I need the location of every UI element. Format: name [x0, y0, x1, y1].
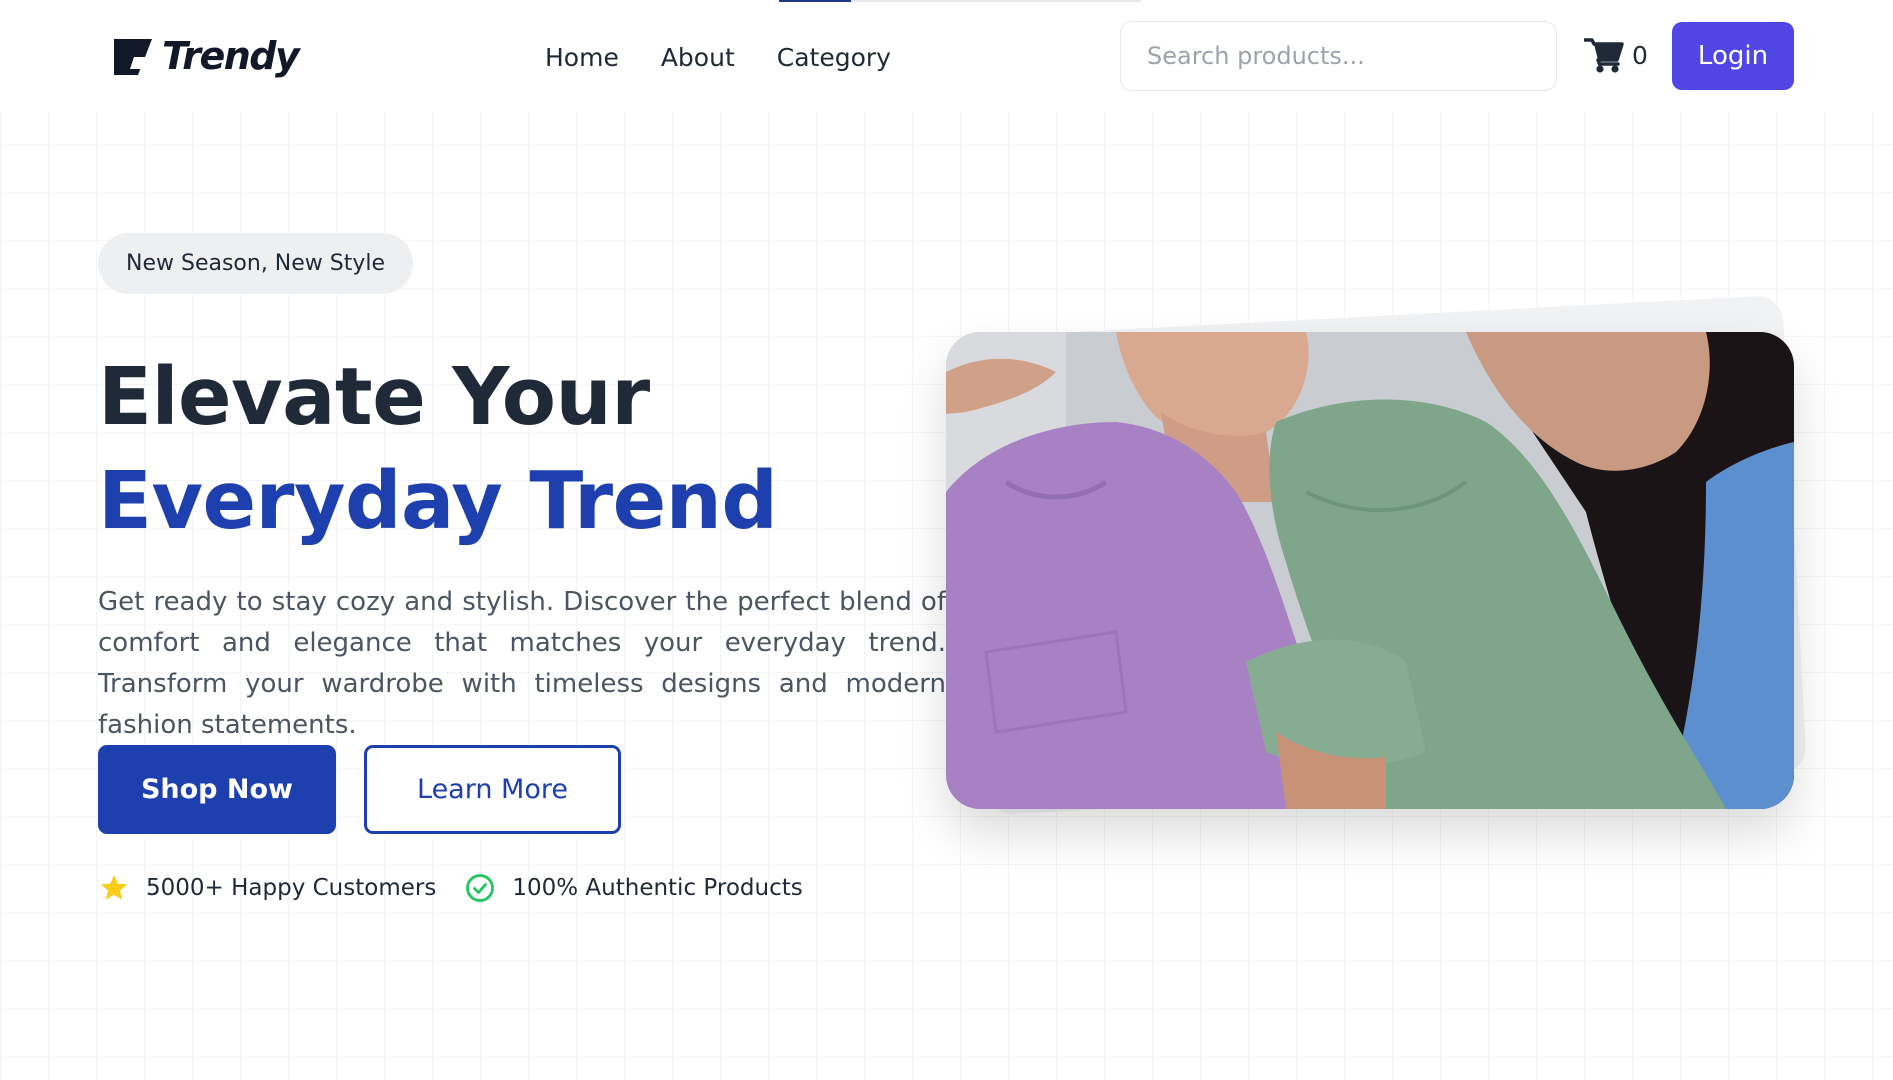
main-nav: Home About Category [545, 38, 891, 78]
scroll-indicator [779, 0, 1141, 2]
nav-item-about[interactable]: About [661, 38, 735, 78]
fashion-models-photo [946, 332, 1794, 809]
search-input[interactable] [1120, 21, 1557, 91]
logo-mark-icon [114, 39, 152, 75]
brand-name: Trendy [162, 34, 300, 78]
check-circle-icon [466, 874, 495, 902]
feature-authentic-products: 100% Authentic Products [464, 872, 803, 904]
headline-line-2: Everyday Trend [98, 455, 778, 547]
cart-button[interactable]: 0 [1584, 36, 1648, 74]
shop-now-button[interactable]: Shop Now [98, 745, 336, 834]
star-icon [100, 875, 128, 900]
hero-headline: Elevate Your Everyday Trend [98, 345, 778, 553]
feature-label: 5000+ Happy Customers [146, 875, 437, 901]
nav-item-home[interactable]: Home [545, 38, 619, 78]
shopping-cart-icon [1584, 38, 1624, 73]
hero-description: Get ready to stay cozy and stylish. Disc… [98, 587, 946, 740]
headline-line-1: Elevate Your [98, 351, 650, 443]
cart-count: 0 [1632, 40, 1648, 70]
login-button[interactable]: Login [1672, 22, 1794, 90]
site-header: Trendy Home About Category 0 Login [0, 0, 1893, 112]
brand-logo[interactable]: Trendy [112, 34, 300, 78]
season-badge: New Season, New Style [98, 233, 414, 294]
hero-image [946, 332, 1794, 809]
nav-item-category[interactable]: Category [777, 38, 891, 78]
learn-more-button[interactable]: Learn More [364, 745, 621, 834]
feature-happy-customers: 5000+ Happy Customers [98, 872, 436, 904]
feature-label: 100% Authentic Products [512, 875, 803, 901]
scroll-indicator-progress [779, 0, 851, 2]
trust-features: 5000+ Happy Customers 100% Authentic Pro… [98, 872, 831, 904]
